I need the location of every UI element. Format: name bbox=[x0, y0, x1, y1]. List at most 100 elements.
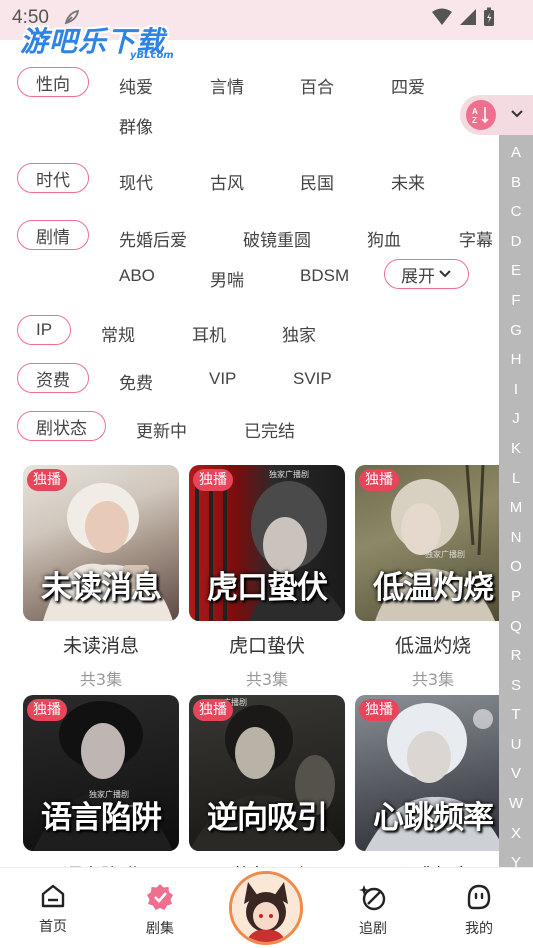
filter-label-fee[interactable]: 资费 bbox=[17, 363, 89, 393]
nav-drama-label: 剧集 bbox=[146, 921, 174, 937]
alphabet-letter[interactable]: X bbox=[511, 819, 521, 849]
alphabet-letter[interactable]: P bbox=[511, 582, 521, 612]
expand-button[interactable]: 展开 bbox=[384, 259, 469, 289]
filter-option[interactable]: 已完结 bbox=[244, 417, 295, 442]
drama-cover[interactable]: 广播剧 独播 逆向吸引 bbox=[189, 695, 345, 851]
svg-text:A: A bbox=[472, 107, 478, 116]
screen: 4:50 游吧乐下载 yBLcom 性向 纯爱 言情 百合 四爱 群像 A Z … bbox=[0, 0, 533, 948]
alphabet-letter[interactable]: L bbox=[512, 464, 520, 494]
drama-title: 低温灼烧 bbox=[394, 635, 471, 657]
filter-option[interactable]: 古风 bbox=[210, 169, 244, 194]
filter-option[interactable]: 纯爱 bbox=[119, 73, 153, 98]
cover-title: 语言陷阱 bbox=[41, 800, 162, 836]
episode-count: 共3集 bbox=[79, 670, 123, 689]
filter-option[interactable]: 百合 bbox=[300, 73, 334, 98]
filter-option[interactable]: 更新中 bbox=[136, 417, 187, 442]
alphabet-letter[interactable]: W bbox=[509, 789, 523, 819]
alphabet-letter[interactable]: U bbox=[511, 730, 522, 760]
alphabet-letter[interactable]: I bbox=[514, 375, 518, 405]
nav-home-label: 首页 bbox=[39, 919, 67, 935]
drama-cover[interactable]: 独家广播剧 独播 虎口蛰伏 bbox=[189, 465, 345, 621]
filter-option[interactable]: 破镜重圆 bbox=[243, 226, 311, 251]
filter-option[interactable]: SVIP bbox=[293, 369, 332, 389]
filter-option[interactable]: ABO bbox=[119, 266, 155, 286]
drama-card[interactable]: 独播 未读消息 未读消息 共3集 bbox=[23, 465, 179, 690]
watermark-sub: yBLcom bbox=[130, 50, 174, 61]
nav-home[interactable]: 首页 bbox=[23, 882, 83, 936]
nav-follow[interactable]: 追剧 bbox=[343, 882, 403, 938]
wifi-icon bbox=[432, 8, 452, 25]
filter-option[interactable]: VIP bbox=[209, 369, 236, 389]
profile-icon bbox=[467, 884, 491, 910]
filter-row-ip: IP bbox=[17, 315, 72, 345]
filter-option[interactable]: 常规 bbox=[101, 321, 135, 346]
center-avatar-button[interactable] bbox=[229, 871, 303, 945]
signal-icon bbox=[460, 9, 476, 25]
alphabet-letter[interactable]: H bbox=[511, 345, 522, 375]
exclusive-badge: 独播 bbox=[359, 699, 399, 721]
drama-title: 未读消息 bbox=[62, 635, 139, 657]
cover-title: 低温灼烧 bbox=[373, 570, 494, 606]
alphabet-letter[interactable]: T bbox=[511, 700, 520, 730]
alphabet-letter[interactable]: K bbox=[511, 434, 521, 464]
filter-option[interactable]: 字幕 bbox=[459, 226, 493, 251]
filter-label-state[interactable]: 剧状态 bbox=[17, 411, 106, 441]
alphabet-letter[interactable]: N bbox=[511, 523, 522, 553]
alphabet-letter[interactable]: A bbox=[511, 138, 521, 168]
filter-option[interactable]: 民国 bbox=[300, 169, 334, 194]
drama-card[interactable]: 独家广播剧 独播 语言陷阱 语言陷阱 bbox=[23, 695, 179, 888]
filter-option[interactable]: 现代 bbox=[119, 169, 153, 194]
filter-label-ip[interactable]: IP bbox=[17, 315, 72, 345]
drama-cover[interactable]: 独播 心跳频率 bbox=[355, 695, 511, 851]
alphabet-letter[interactable]: D bbox=[511, 227, 522, 257]
alphabet-letter[interactable]: E bbox=[511, 256, 521, 286]
filter-option[interactable]: 未来 bbox=[391, 169, 425, 194]
alphabet-letter[interactable]: C bbox=[511, 197, 522, 227]
alphabet-letter[interactable]: R bbox=[511, 641, 522, 671]
filter-option[interactable]: 独家 bbox=[282, 321, 316, 346]
home-icon bbox=[41, 884, 65, 908]
filter-option[interactable]: 四爱 bbox=[391, 73, 425, 98]
alphabet-letter[interactable]: J bbox=[512, 404, 520, 434]
drama-card[interactable]: 独播 心跳频率 心跳频率 bbox=[355, 695, 511, 888]
drama-cover[interactable]: 独家广播剧 独播 语言陷阱 bbox=[23, 695, 179, 851]
filter-option[interactable]: 群像 bbox=[119, 113, 153, 138]
filter-option[interactable]: 耳机 bbox=[192, 321, 226, 346]
alphabet-index[interactable]: ABCDEFGHIJKLMNOPQRSTUVWXY bbox=[499, 135, 533, 871]
chevron-down-icon[interactable] bbox=[509, 106, 525, 122]
drama-cover[interactable]: 独家广播剧 独播 低温灼烧 bbox=[355, 465, 511, 621]
alphabet-letter[interactable]: G bbox=[510, 316, 522, 346]
exclusive-badge: 独播 bbox=[27, 699, 67, 721]
drama-card[interactable]: 广播剧 独播 逆向吸引 逆向吸引 bbox=[189, 695, 345, 888]
nav-mine-label: 我的 bbox=[465, 921, 493, 937]
alphabet-letter[interactable]: B bbox=[511, 168, 521, 198]
filter-option[interactable]: 言情 bbox=[210, 73, 244, 98]
filter-option[interactable]: 狗血 bbox=[367, 226, 401, 251]
alphabet-letter[interactable]: Q bbox=[510, 612, 522, 642]
episode-count: 共3集 bbox=[245, 670, 289, 689]
drama-card[interactable]: 独家广播剧 独播 低温灼烧 低温灼烧 共3集 bbox=[355, 465, 511, 690]
alphabet-letter[interactable]: M bbox=[510, 493, 523, 523]
cover-tag: 独家广播剧 bbox=[425, 550, 465, 559]
filter-row-state: 剧状态 bbox=[17, 411, 106, 441]
exclusive-badge: 独播 bbox=[193, 699, 233, 721]
filter-option[interactable]: 先婚后爱 bbox=[119, 226, 187, 251]
alphabet-letter[interactable]: F bbox=[511, 286, 520, 316]
nav-mine[interactable]: 我的 bbox=[449, 882, 509, 938]
alphabet-letter[interactable]: S bbox=[511, 671, 521, 701]
nav-drama[interactable]: 剧集 bbox=[130, 882, 190, 938]
cover-title: 未读消息 bbox=[41, 570, 162, 606]
alphabet-letter[interactable]: O bbox=[510, 552, 522, 582]
follow-icon bbox=[359, 885, 386, 911]
filter-label-orientation[interactable]: 性向 bbox=[17, 67, 89, 97]
filter-option[interactable]: 免费 bbox=[119, 369, 153, 394]
alphabet-letter[interactable]: V bbox=[511, 759, 521, 789]
sort-az-icon[interactable]: A Z bbox=[466, 100, 496, 130]
drama-card[interactable]: 独家广播剧 独播 虎口蛰伏 虎口蛰伏 共3集 bbox=[189, 465, 345, 690]
filter-label-era[interactable]: 时代 bbox=[17, 163, 89, 193]
drama-cover[interactable]: 独播 未读消息 bbox=[23, 465, 179, 621]
filter-option[interactable]: 男喘 bbox=[210, 266, 244, 291]
filter-label-plot[interactable]: 剧情 bbox=[17, 220, 89, 250]
filter-option[interactable]: BDSM bbox=[300, 266, 349, 286]
filter-row-plot: 剧情 bbox=[17, 220, 89, 250]
